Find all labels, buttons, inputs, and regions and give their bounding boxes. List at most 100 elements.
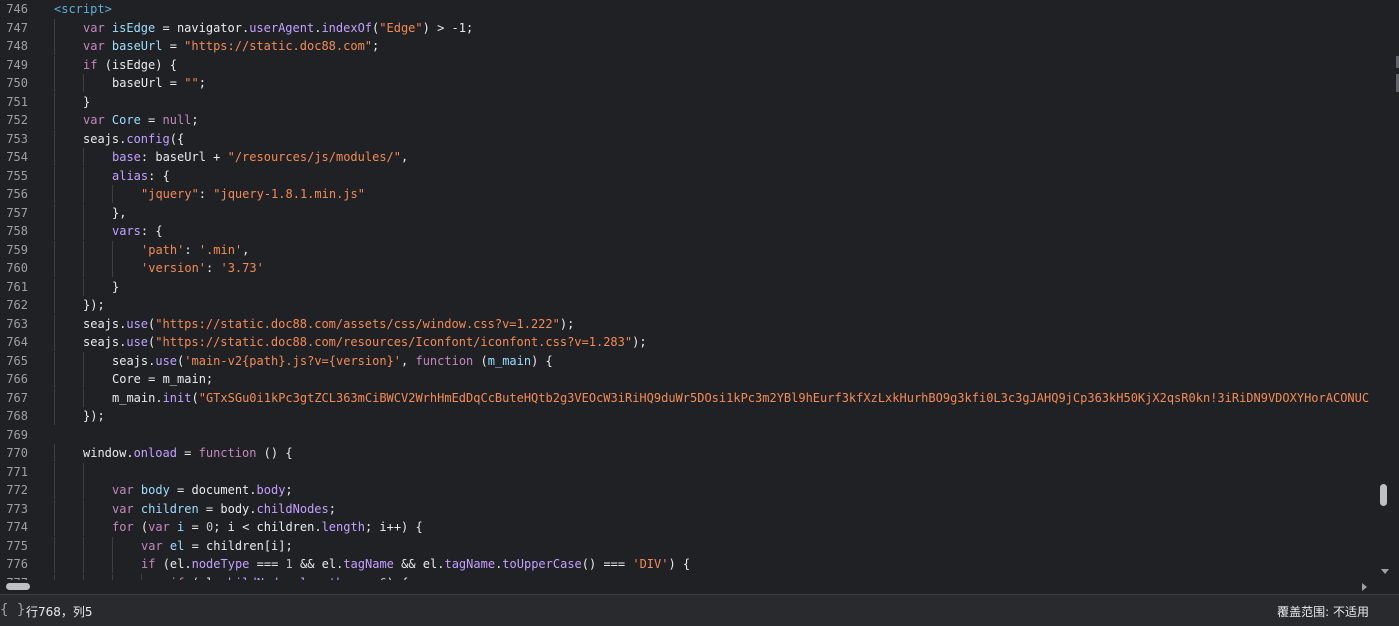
- code-line[interactable]: 767 m_main.init("GTxSGu0i1kPc3gtZCL363mCi…: [0, 388, 1378, 407]
- code-token: 'main-v2{path}.js?v={version}': [184, 353, 402, 368]
- horizontal-scrollbar[interactable]: [0, 580, 1399, 594]
- code-token: base: [112, 150, 141, 164]
- code-line[interactable]: 760 'version': '3.73': [0, 259, 1378, 277]
- code-line[interactable]: 761}: [0, 277, 1378, 296]
- code-line[interactable]: 757},: [0, 203, 1378, 222]
- code-token: config: [126, 131, 170, 146]
- code-line[interactable]: 765 seajs.use ('main-v2{path}.js?v={versio…: [0, 351, 1378, 370]
- line-number[interactable]: 771: [0, 463, 28, 481]
- code-line[interactable]: 754 base: baseUrl + "/resources/js/module…: [0, 148, 1378, 166]
- status-bar: { } 行768，列5 覆盖范围: 不适用: [0, 594, 1399, 626]
- line-number[interactable]: 751: [0, 93, 28, 111]
- code-line[interactable]: 769: [0, 426, 1378, 444]
- line-number[interactable]: 754: [0, 148, 28, 166]
- code-text: if (el.nodeType === 1 && el.tagName && e…: [141, 555, 1376, 573]
- code-line[interactable]: 775 var el = children[i];: [0, 536, 1378, 555]
- line-number[interactable]: 752: [0, 111, 28, 129]
- code-editor[interactable]: 746 <script> 747 var isEdge = navigator.use…: [0, 0, 1399, 580]
- line-number[interactable]: 762: [0, 296, 28, 314]
- code-token: ,: [242, 242, 250, 257]
- line-number[interactable]: 759: [0, 241, 28, 259]
- code-token: null: [162, 113, 192, 127]
- code-line[interactable]: 764 seajs.use("https://static.doc88.com/r…: [0, 333, 1378, 351]
- indent-guide: [54, 370, 55, 388]
- line-number[interactable]: 770: [0, 444, 28, 462]
- code-line[interactable]: 770 window.onload = function () {: [0, 444, 1378, 462]
- scroll-down-arrow-icon[interactable]: [1381, 569, 1389, 574]
- code-line[interactable]: 776 if (el.nodeType === 1 && el.tagName &…: [0, 555, 1378, 573]
- line-number[interactable]: 746: [0, 0, 28, 18]
- vertical-scroll-thumb[interactable]: [1380, 484, 1387, 506]
- code-token: <script>: [54, 2, 112, 16]
- line-number[interactable]: 755: [0, 167, 28, 185]
- code-line[interactable]: 749 if (isEdge) {: [0, 55, 1378, 74]
- pretty-print-icon[interactable]: { }: [0, 602, 25, 618]
- coverage-status[interactable]: 覆盖范围: 不适用: [1277, 603, 1369, 620]
- code-line[interactable]: 768});: [0, 407, 1378, 425]
- line-number[interactable]: 764: [0, 333, 28, 351]
- line-number[interactable]: 763: [0, 315, 28, 333]
- indent-guide: [83, 536, 84, 555]
- line-number[interactable]: 772: [0, 481, 28, 499]
- line-number[interactable]: 767: [0, 389, 28, 407]
- code-line[interactable]: 750 baseUrl = "";: [0, 74, 1378, 92]
- code-line[interactable]: 755 alias: {: [0, 166, 1378, 185]
- code-token: onload: [133, 446, 177, 460]
- line-number[interactable]: 766: [0, 370, 28, 388]
- line-number[interactable]: 747: [0, 19, 28, 37]
- code-lines[interactable]: 746 <script> 747 var isEdge = navigator.use…: [0, 0, 1378, 580]
- code-line[interactable]: 747 var isEdge = navigator.userAgent.inde…: [0, 18, 1378, 37]
- scroll-right-arrow-icon[interactable]: [1362, 583, 1367, 591]
- code-line[interactable]: 758 vars: {: [0, 222, 1378, 240]
- line-number[interactable]: 775: [0, 537, 28, 555]
- line-number[interactable]: 756: [0, 185, 28, 203]
- line-number[interactable]: 761: [0, 278, 28, 296]
- code-line[interactable]: 756 "jquery": "jquery-1.8.1.min.js": [0, 185, 1378, 203]
- line-number[interactable]: 757: [0, 204, 28, 222]
- line-number[interactable]: 774: [0, 518, 28, 536]
- code-token: "Edge": [379, 20, 423, 35]
- code-line[interactable]: 752 var Core = null;: [0, 111, 1378, 129]
- indent-guide: [83, 148, 84, 166]
- code-token: (el.: [162, 557, 192, 571]
- code-line[interactable]: 773 var children = body.childNodes;: [0, 499, 1378, 518]
- code-line[interactable]: 746 <script>: [0, 0, 1378, 18]
- line-number[interactable]: 769: [0, 426, 28, 444]
- code-line[interactable]: 763 seajs.use("https://static.doc88.com/a…: [0, 314, 1378, 333]
- line-number[interactable]: 749: [0, 56, 28, 74]
- code-token: ;: [191, 113, 199, 127]
- line-number[interactable]: 748: [0, 37, 28, 55]
- code-token: "https://static.doc88.com": [184, 39, 373, 53]
- code-text: 'version': '3.73': [141, 259, 1376, 277]
- code-token: seajs.: [83, 316, 127, 331]
- code-token: ===: [249, 557, 286, 571]
- line-number[interactable]: 760: [0, 259, 28, 277]
- code-line[interactable]: 774 for (var i = 0; i < children.length; …: [0, 518, 1378, 536]
- line-number[interactable]: 776: [0, 555, 28, 573]
- line-number[interactable]: 768: [0, 407, 28, 425]
- line-number[interactable]: 758: [0, 222, 28, 240]
- code-text: var baseUrl = "https://static.doc88.com"…: [83, 37, 1376, 55]
- horizontal-scroll-thumb[interactable]: [6, 583, 30, 590]
- code-line[interactable]: 766 Core = m_main;: [0, 370, 1378, 388]
- code-line[interactable]: 762});: [0, 296, 1378, 314]
- code-line[interactable]: 771: [0, 462, 1378, 481]
- code-token: ) > -1;: [422, 20, 474, 35]
- line-number[interactable]: 765: [0, 352, 28, 370]
- code-line[interactable]: 751}: [0, 92, 1378, 111]
- code-line[interactable]: 759 'path': '.min',: [0, 240, 1378, 259]
- code-line[interactable]: 753 seajs.config({: [0, 129, 1378, 148]
- code-token: Core = m_main;: [112, 372, 214, 386]
- code-text: for (var i = 0; i < children.length; i++…: [112, 518, 1376, 536]
- code-token: el: [169, 538, 185, 553]
- line-number[interactable]: 753: [0, 130, 28, 148]
- line-number[interactable]: 773: [0, 500, 28, 518]
- code-line[interactable]: 748 var baseUrl = "https://static.doc88.c…: [0, 37, 1378, 55]
- code-line[interactable]: 772 var body = document.body;: [0, 481, 1378, 499]
- code-token: =: [184, 520, 206, 534]
- indent-guide: [83, 74, 84, 92]
- line-number[interactable]: 750: [0, 74, 28, 92]
- code-token: ({: [169, 131, 185, 146]
- code-token: baseUrl =: [112, 76, 185, 90]
- vertical-scrollbar[interactable]: [1378, 0, 1399, 580]
